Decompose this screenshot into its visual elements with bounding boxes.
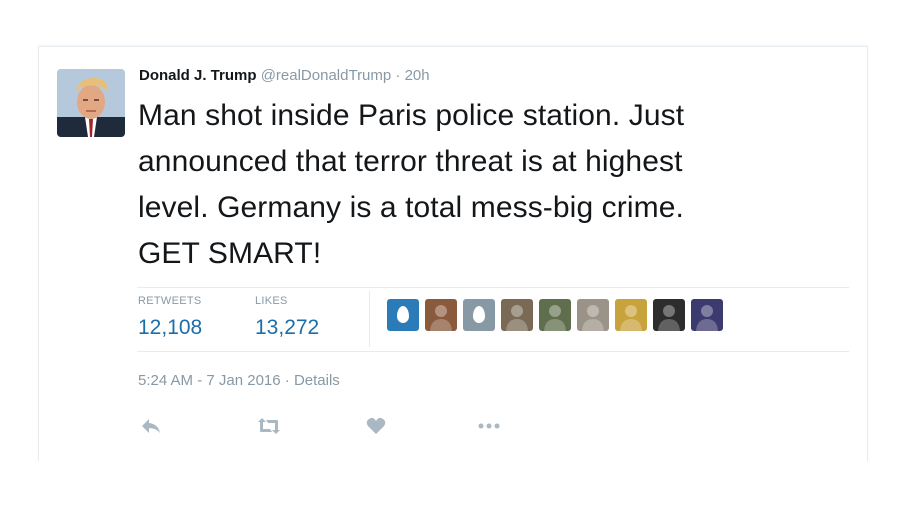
tweet-card: Donald J. Trump @realDonaldTrump · 20h M… — [38, 46, 868, 461]
egg-icon — [397, 306, 409, 323]
egg-avatar[interactable] — [387, 299, 419, 331]
user-silhouette-icon — [506, 305, 528, 331]
author-handle[interactable]: @realDonaldTrump — [261, 67, 392, 84]
user-avatar[interactable] — [653, 299, 685, 331]
stats-vertical-divider — [369, 291, 370, 347]
user-silhouette-icon — [620, 305, 642, 331]
likes-label: LIKES — [255, 295, 288, 307]
user-avatar[interactable] — [691, 299, 723, 331]
tweet-timestamp: 5:24 AM - 7 Jan 2016 · Details — [138, 372, 340, 389]
user-avatar[interactable] — [501, 299, 533, 331]
likes-stat[interactable]: LIKES 13,272 — [255, 295, 319, 340]
retweet-icon[interactable] — [256, 417, 282, 440]
user-avatar[interactable] — [539, 299, 571, 331]
author-name[interactable]: Donald J. Trump — [139, 67, 257, 84]
like-icon[interactable] — [366, 417, 386, 440]
tweet-header: Donald J. Trump @realDonaldTrump · 20h — [139, 67, 430, 89]
retweets-label: RETWEETS — [138, 295, 202, 307]
stats-divider-top — [137, 287, 849, 288]
egg-icon — [473, 306, 485, 323]
user-silhouette-icon — [544, 305, 566, 331]
more-icon[interactable] — [477, 417, 501, 440]
retweets-stat[interactable]: RETWEETS 12,108 — [138, 295, 202, 340]
user-silhouette-icon — [696, 305, 718, 331]
user-avatar[interactable] — [577, 299, 609, 331]
stats-divider-bottom — [137, 351, 849, 352]
user-silhouette-icon — [582, 305, 604, 331]
timestamp-text[interactable]: 5:24 AM - 7 Jan 2016 — [138, 372, 281, 389]
user-silhouette-icon — [430, 305, 452, 331]
details-link[interactable]: Details — [294, 372, 340, 389]
user-avatar[interactable] — [615, 299, 647, 331]
likes-count: 13,272 — [255, 316, 320, 339]
user-avatar[interactable] — [425, 299, 457, 331]
reply-icon[interactable] — [140, 417, 162, 440]
user-silhouette-icon — [658, 305, 680, 331]
egg-avatar[interactable] — [463, 299, 495, 331]
retweets-count: 12,108 — [138, 316, 203, 339]
tweet-text: Man shot inside Paris police station. Ju… — [138, 99, 685, 270]
author-avatar[interactable] — [57, 69, 125, 137]
timestamp-separator: · — [284, 372, 290, 389]
header-separator: · — [395, 67, 401, 84]
time-ago[interactable]: 20h — [405, 67, 430, 84]
